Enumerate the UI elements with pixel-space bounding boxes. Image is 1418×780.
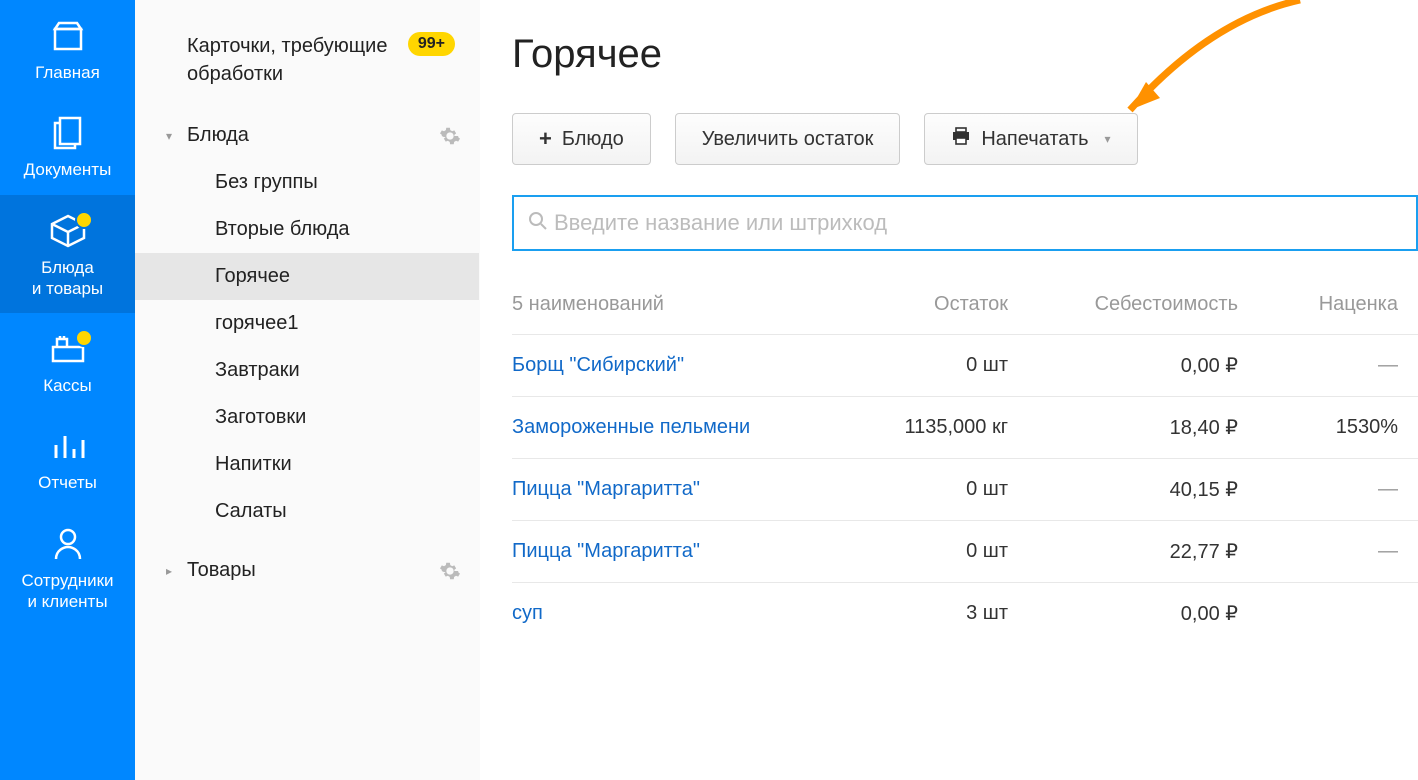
add-dish-button[interactable]: + Блюдо — [512, 113, 651, 165]
tree-item[interactable]: Заготовки — [135, 394, 479, 441]
item-cost: 18,40 ₽ — [1008, 415, 1238, 440]
item-cost: 0,00 ₽ — [1008, 353, 1238, 378]
nav-reports[interactable]: Отчеты — [0, 410, 135, 507]
printer-icon — [951, 127, 971, 151]
nav-documents[interactable]: Документы — [0, 97, 135, 194]
toolbar: + Блюдо Увеличить остаток Напечатать ▾ — [480, 113, 1418, 195]
pending-label: Карточки, требующие обработки — [187, 32, 400, 88]
nav-home[interactable]: Главная — [0, 0, 135, 97]
tree-item-label: горячее1 — [215, 312, 299, 334]
gear-icon[interactable] — [439, 125, 461, 147]
items-table: 5 наименований Остаток Себестоимость Нац… — [480, 275, 1418, 644]
tree-item-label: Салаты — [215, 500, 287, 522]
item-stock: 1135,000 кг — [828, 416, 1008, 439]
item-markup: — — [1238, 354, 1398, 377]
tree-item-label: Завтраки — [215, 359, 300, 381]
gear-icon[interactable] — [439, 560, 461, 582]
item-stock: 0 шт — [828, 478, 1008, 501]
table-row: Пицца "Маргаритта" 0 шт 40,15 ₽ — — [512, 459, 1418, 521]
tree-item-selected[interactable]: Горячее — [135, 253, 479, 300]
table-row: Пицца "Маргаритта" 0 шт 22,77 ₽ — — [512, 521, 1418, 583]
tree-item[interactable]: Без группы — [135, 159, 479, 206]
nav-label: Сотрудники и клиенты — [4, 570, 131, 613]
increase-stock-button[interactable]: Увеличить остаток — [675, 113, 901, 165]
item-stock: 0 шт — [828, 540, 1008, 563]
nav-label: Отчеты — [4, 472, 131, 493]
col-markup: Наценка — [1238, 293, 1398, 316]
col-cost: Себестоимость — [1008, 293, 1238, 316]
alert-badge-icon — [75, 211, 93, 229]
chevron-down-icon: ▾ — [1105, 132, 1111, 146]
tree-item-label: Напитки — [215, 453, 292, 475]
item-cost: 0,00 ₽ — [1008, 601, 1238, 626]
cash-register-icon — [4, 329, 131, 369]
item-name-link[interactable]: Пицца "Маргаритта" — [512, 478, 828, 501]
count-label: 5 наименований — [512, 293, 828, 316]
nav-label: Блюда и товары — [4, 257, 131, 300]
pending-cards-link[interactable]: Карточки, требующие обработки 99+ — [135, 22, 479, 112]
item-name-link[interactable]: Замороженные пельмени — [512, 416, 828, 439]
main-content: Горячее + Блюдо Увеличить остаток Напеча… — [480, 0, 1418, 780]
tree-item-label: Горячее — [215, 265, 290, 287]
bag-icon — [4, 16, 131, 56]
nav-cash[interactable]: Кассы — [0, 313, 135, 410]
item-cost: 40,15 ₽ — [1008, 477, 1238, 502]
item-name-link[interactable]: Борщ "Сибирский" — [512, 354, 828, 377]
tree-item[interactable]: горячее1 — [135, 300, 479, 347]
tree-children-dishes: Без группы Вторые блюда Горячее горячее1… — [135, 159, 479, 535]
item-stock: 3 шт — [828, 602, 1008, 625]
pending-badge: 99+ — [408, 32, 455, 56]
item-stock: 0 шт — [828, 354, 1008, 377]
tree-group-goods[interactable]: ▸ Товары — [135, 547, 479, 594]
tree-item[interactable]: Напитки — [135, 441, 479, 488]
plus-icon: + — [539, 126, 552, 152]
table-row: суп 3 шт 0,00 ₽ — [512, 583, 1418, 644]
page-title: Горячее — [480, 32, 1418, 113]
tree-group-label: Блюда — [187, 124, 439, 147]
table-row: Замороженные пельмени 1135,000 кг 18,40 … — [512, 397, 1418, 459]
item-markup: — — [1238, 540, 1398, 563]
search-input[interactable] — [554, 197, 1416, 249]
nav-staff[interactable]: Сотрудники и клиенты — [0, 508, 135, 627]
print-button[interactable]: Напечатать ▾ — [924, 113, 1137, 165]
item-name-link[interactable]: Пицца "Маргаритта" — [512, 540, 828, 563]
item-cost: 22,77 ₽ — [1008, 539, 1238, 564]
nav-rail: Главная Документы Блюда и товары Кассы О… — [0, 0, 135, 780]
tree-group-label: Товары — [187, 559, 439, 582]
nav-label: Кассы — [4, 375, 131, 396]
tree-item-label: Вторые блюда — [215, 218, 350, 240]
search-box — [512, 195, 1418, 251]
nav-label: Документы — [4, 159, 131, 180]
tree-item-label: Без группы — [215, 171, 318, 193]
button-label: Напечатать — [981, 128, 1088, 151]
chevron-right-icon: ▸ — [159, 564, 179, 578]
button-label: Увеличить остаток — [702, 128, 874, 151]
box-icon — [4, 211, 131, 251]
search-icon — [514, 211, 554, 236]
item-markup: — — [1238, 478, 1398, 501]
button-label: Блюдо — [562, 128, 624, 151]
nav-dishes[interactable]: Блюда и товары — [0, 195, 135, 314]
item-name-link[interactable]: суп — [512, 602, 828, 625]
documents-icon — [4, 113, 131, 153]
table-row: Борщ "Сибирский" 0 шт 0,00 ₽ — — [512, 335, 1418, 397]
chevron-down-icon: ▾ — [159, 129, 179, 143]
table-header: 5 наименований Остаток Себестоимость Нац… — [512, 275, 1418, 335]
alert-badge-icon — [75, 329, 93, 347]
tree-item-label: Заготовки — [215, 406, 306, 428]
tree-item[interactable]: Вторые блюда — [135, 206, 479, 253]
tree-item[interactable]: Салаты — [135, 488, 479, 535]
sidebar: Карточки, требующие обработки 99+ ▾ Блюд… — [135, 0, 480, 780]
col-stock: Остаток — [828, 293, 1008, 316]
tree-item[interactable]: Завтраки — [135, 347, 479, 394]
tree-group-dishes[interactable]: ▾ Блюда — [135, 112, 479, 159]
person-icon — [4, 524, 131, 564]
bar-chart-icon — [4, 426, 131, 466]
item-markup: 1530% — [1238, 416, 1398, 439]
nav-label: Главная — [4, 62, 131, 83]
